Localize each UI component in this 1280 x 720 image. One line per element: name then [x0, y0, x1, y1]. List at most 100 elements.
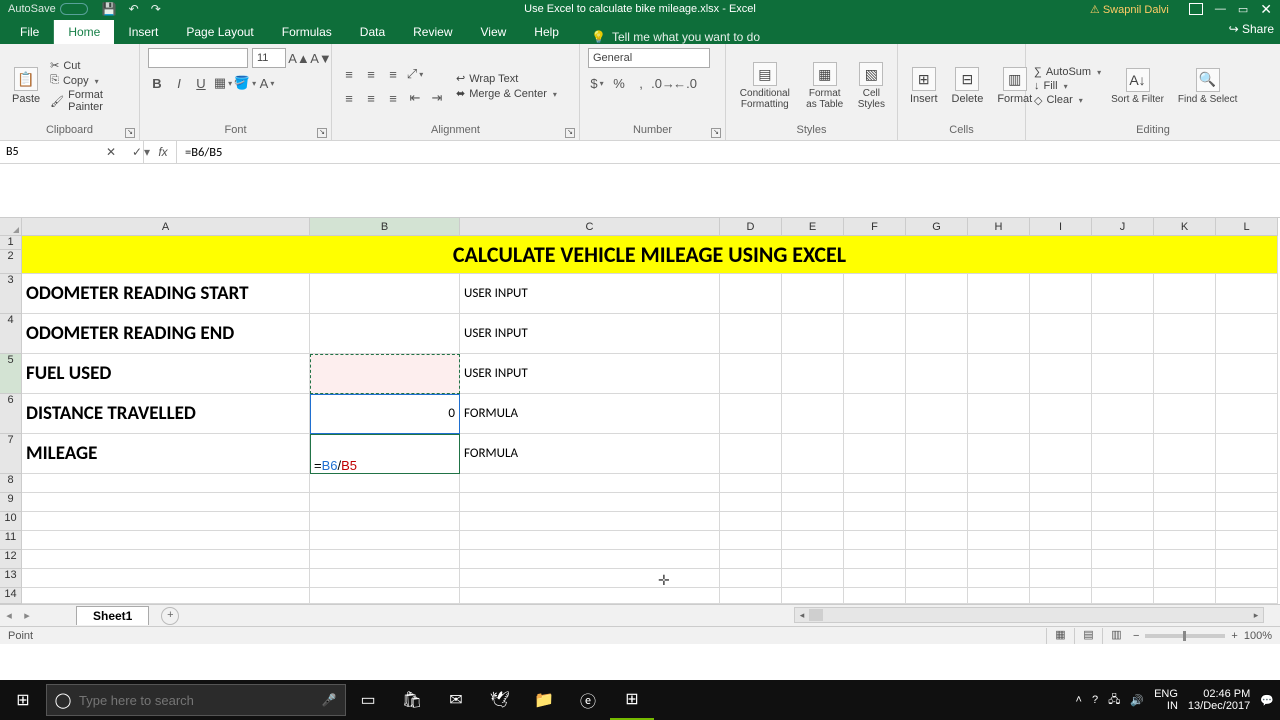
col-header-j[interactable]: J — [1092, 218, 1154, 236]
cell-c4[interactable]: USER INPUT — [460, 314, 720, 354]
increase-indent-icon[interactable]: ⇥ — [428, 89, 446, 107]
cell[interactable] — [1092, 434, 1154, 474]
cell-a7[interactable]: MILEAGE — [22, 434, 310, 474]
share-button[interactable]: ↪ Share — [1229, 22, 1274, 36]
insert-cells-button[interactable]: ⊞Insert — [906, 65, 942, 107]
tab-formulas[interactable]: Formulas — [268, 20, 346, 44]
horizontal-scrollbar[interactable]: ◂ ▸ — [794, 607, 1264, 623]
cell[interactable] — [1030, 493, 1092, 512]
dialog-launcher-icon[interactable]: ↘ — [711, 128, 721, 138]
store-icon[interactable]: 🛍 — [390, 680, 434, 720]
cell[interactable] — [720, 569, 782, 588]
col-header-h[interactable]: H — [968, 218, 1030, 236]
cell[interactable] — [782, 314, 844, 354]
row-header-13[interactable]: 13 — [0, 569, 22, 588]
cell[interactable] — [906, 493, 968, 512]
col-header-a[interactable]: A — [22, 218, 310, 236]
border-button[interactable]: ▦ — [214, 74, 232, 92]
cell[interactable] — [1154, 354, 1216, 394]
zoom-out-icon[interactable]: − — [1133, 630, 1139, 642]
cell[interactable] — [1030, 569, 1092, 588]
cell[interactable] — [1216, 434, 1278, 474]
cell[interactable] — [782, 588, 844, 604]
cell[interactable] — [844, 434, 906, 474]
cell[interactable] — [968, 474, 1030, 493]
row-header-4[interactable]: 4 — [0, 314, 22, 354]
row-header-6[interactable]: 6 — [0, 394, 22, 434]
paste-button[interactable]: 📋 Paste — [8, 65, 44, 107]
cell[interactable] — [906, 474, 968, 493]
cell[interactable] — [782, 394, 844, 434]
row-header-9[interactable]: 9 — [0, 493, 22, 512]
cell[interactable] — [1092, 314, 1154, 354]
cell[interactable] — [1154, 474, 1216, 493]
row-header-1[interactable]: 1 — [0, 236, 22, 250]
thunderbird-icon[interactable]: 🕊 — [478, 680, 522, 720]
row-header-3[interactable]: 3 — [0, 274, 22, 314]
cell[interactable] — [844, 314, 906, 354]
cell[interactable] — [1092, 394, 1154, 434]
cell[interactable] — [968, 354, 1030, 394]
cell[interactable] — [782, 474, 844, 493]
cell[interactable] — [310, 474, 460, 493]
view-page-break-icon[interactable]: ▥ — [1102, 628, 1130, 644]
align-middle-icon[interactable]: ≡ — [362, 65, 380, 83]
cell[interactable] — [844, 550, 906, 569]
tab-home[interactable]: Home — [54, 20, 114, 44]
cell[interactable] — [968, 550, 1030, 569]
col-header-c[interactable]: C — [460, 218, 720, 236]
zoom-level[interactable]: 100% — [1244, 630, 1272, 642]
cut-button[interactable]: ✂Cut — [50, 59, 131, 72]
scroll-right-icon[interactable]: ▸ — [1249, 608, 1263, 622]
cell[interactable] — [720, 274, 782, 314]
cell[interactable] — [310, 531, 460, 550]
cell[interactable] — [22, 474, 310, 493]
cell[interactable] — [1154, 493, 1216, 512]
col-header-d[interactable]: D — [720, 218, 782, 236]
tab-view[interactable]: View — [467, 20, 521, 44]
cell[interactable] — [968, 434, 1030, 474]
cell[interactable] — [1030, 354, 1092, 394]
ie-icon[interactable]: ⓔ — [566, 680, 610, 720]
cell[interactable] — [1092, 550, 1154, 569]
tray-clock[interactable]: 02:46 PM 13/Dec/2017 — [1188, 688, 1250, 712]
cell[interactable] — [968, 569, 1030, 588]
cell[interactable] — [1154, 550, 1216, 569]
cell[interactable] — [906, 274, 968, 314]
task-view-icon[interactable]: ▭ — [346, 680, 390, 720]
align-right-icon[interactable]: ≡ — [384, 89, 402, 107]
cell[interactable] — [460, 531, 720, 550]
row-header-7[interactable]: 7 — [0, 434, 22, 474]
cell[interactable] — [22, 493, 310, 512]
taskbar-search-input[interactable] — [79, 693, 313, 708]
align-top-icon[interactable]: ≡ — [340, 65, 358, 83]
col-header-l[interactable]: L — [1216, 218, 1278, 236]
decrease-font-icon[interactable]: A▼ — [312, 49, 330, 67]
user-name[interactable]: ⚠ Swapnil Dalvi — [1090, 3, 1169, 16]
cell[interactable] — [906, 354, 968, 394]
cells-area[interactable]: CALCULATE VEHICLE MILEAGE USING EXCEL OD… — [22, 236, 1278, 604]
row-header-12[interactable]: 12 — [0, 550, 22, 569]
cell[interactable] — [1092, 569, 1154, 588]
cell[interactable] — [1030, 550, 1092, 569]
cell[interactable] — [1216, 354, 1278, 394]
cell[interactable] — [720, 394, 782, 434]
cell[interactable] — [1216, 569, 1278, 588]
cell[interactable] — [844, 493, 906, 512]
row-header-14[interactable]: 14 — [0, 588, 22, 604]
sheet-tab-active[interactable]: Sheet1 — [76, 606, 149, 625]
cell-c3[interactable]: USER INPUT — [460, 274, 720, 314]
sheet-nav-next-icon[interactable]: ▸ — [18, 609, 36, 622]
tab-page-layout[interactable]: Page Layout — [172, 20, 267, 44]
cell[interactable] — [1092, 531, 1154, 550]
underline-button[interactable]: U — [192, 74, 210, 92]
cell[interactable] — [1216, 493, 1278, 512]
cell[interactable] — [460, 588, 720, 604]
cell[interactable] — [310, 569, 460, 588]
cell[interactable] — [782, 550, 844, 569]
taskbar-search[interactable]: ◯ 🎤 — [46, 684, 346, 716]
orientation-icon[interactable]: ⤢ — [406, 65, 424, 83]
close-icon[interactable]: ✕ — [1260, 1, 1272, 18]
cell[interactable] — [844, 354, 906, 394]
cell[interactable] — [782, 274, 844, 314]
